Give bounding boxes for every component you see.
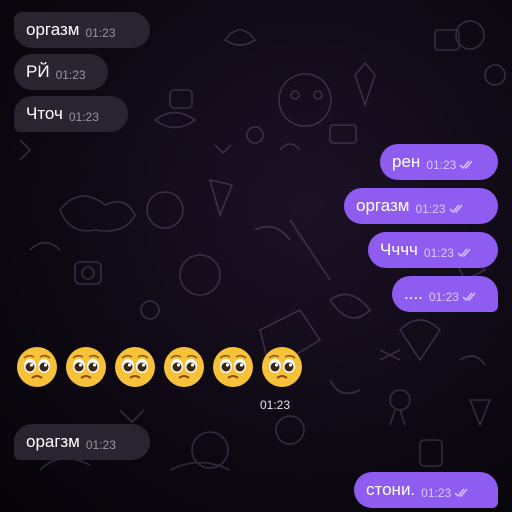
double-check-icon xyxy=(457,248,471,258)
pleading-face-icon xyxy=(63,344,109,390)
message-time: 01:23 xyxy=(426,158,457,172)
message-time: 01:23 xyxy=(421,486,452,500)
double-check-icon xyxy=(462,292,476,302)
pleading-face-icon xyxy=(161,344,207,390)
message-time: 01:23 xyxy=(428,290,459,304)
message-text: .... xyxy=(404,284,423,303)
pleading-face-icon xyxy=(210,344,256,390)
message-outgoing[interactable]: рен 01:23 xyxy=(380,144,498,180)
message-time: 01:23 xyxy=(423,246,454,260)
message-incoming[interactable]: Чточ 01:23 xyxy=(14,96,128,132)
message-text: рен xyxy=(392,152,421,171)
message-incoming[interactable]: оргазм 01:23 xyxy=(14,12,150,48)
message-outgoing[interactable]: оргазм 01:23 xyxy=(344,188,498,224)
message-incoming[interactable]: орагзм 01:23 xyxy=(14,424,150,460)
message-text: орагзм xyxy=(26,432,80,451)
message-text: РЙ xyxy=(26,62,50,81)
pleading-face-icon xyxy=(112,344,158,390)
double-check-icon xyxy=(459,160,473,170)
message-time: 01:23 xyxy=(68,110,99,124)
message-time: 01:23 xyxy=(85,26,116,40)
message-emoji[interactable] xyxy=(14,344,305,390)
message-incoming[interactable]: РЙ 01:23 xyxy=(14,54,108,90)
message-text: стони. xyxy=(366,480,416,499)
pleading-face-icon xyxy=(259,344,305,390)
message-text: оргазм xyxy=(26,20,80,39)
message-time: 01:23 xyxy=(415,202,446,216)
message-text: оргазм xyxy=(356,196,410,215)
message-outgoing[interactable]: стони. 01:23 xyxy=(354,472,498,508)
double-check-icon xyxy=(454,488,468,498)
message-outgoing[interactable]: .... 01:23 xyxy=(392,276,498,312)
message-text: Чччч xyxy=(380,240,418,259)
pleading-face-icon xyxy=(14,344,60,390)
message-outgoing[interactable]: Чччч 01:23 xyxy=(368,232,498,268)
message-time: 01:23 xyxy=(85,438,116,452)
message-text: Чточ xyxy=(26,104,63,123)
message-time: 01:23 xyxy=(259,398,291,412)
message-time: 01:23 xyxy=(55,68,86,82)
double-check-icon xyxy=(449,204,463,214)
